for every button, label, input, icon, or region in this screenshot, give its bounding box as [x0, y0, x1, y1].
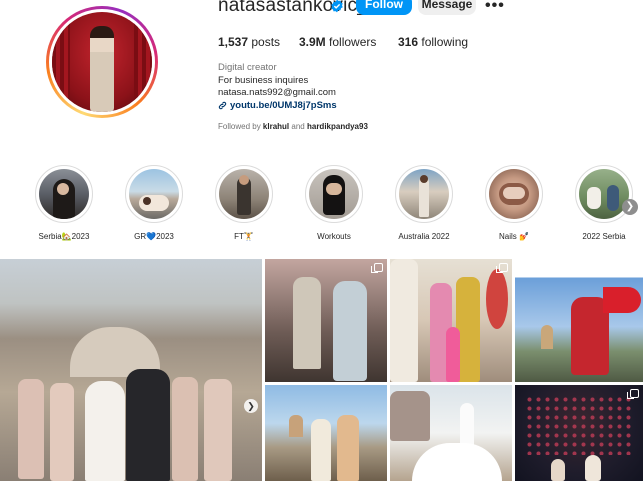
highlight-item[interactable]: GR💙2023 [119, 165, 189, 241]
chevron-right-icon[interactable]: ❯ [244, 399, 258, 413]
followers-stat[interactable]: 3.9M followers [299, 35, 376, 49]
highlight-label: Nails 💅 [499, 232, 529, 241]
profile-avatar[interactable] [46, 6, 158, 118]
follow-button[interactable]: Follow [356, 0, 412, 15]
highlight-cover [39, 169, 89, 219]
message-button[interactable]: Message [418, 0, 476, 15]
bio-category: Digital creator [218, 62, 277, 73]
highlight-cover [489, 169, 539, 219]
verified-badge-icon [331, 0, 343, 13]
posts-label: posts [251, 35, 281, 49]
carousel-icon [627, 389, 639, 399]
username: natasastankovic__ [218, 0, 379, 16]
highlight-cover [129, 169, 179, 219]
posts-count: 1,537 [218, 35, 249, 49]
followed-by[interactable]: Followed by klrahul and hardikpandya93 [218, 122, 368, 131]
followed-and: and [291, 122, 305, 131]
highlight-label: Australia 2022 [398, 232, 450, 241]
post-tile[interactable] [265, 385, 387, 481]
followed-user-1: klrahul [262, 122, 290, 131]
chevron-right-icon[interactable]: ❯ [622, 199, 638, 215]
following-count: 316 [398, 35, 419, 49]
link-icon [218, 102, 227, 110]
highlight-cover [219, 169, 269, 219]
post-tile[interactable]: ❯ [0, 259, 262, 481]
following-label: following [421, 35, 469, 49]
post-tile[interactable] [265, 259, 387, 382]
bio-link[interactable]: youtu.be/0UMJ8j7pSms [218, 100, 337, 113]
highlight-item[interactable]: Serbia🏡2023 [29, 165, 99, 241]
following-stat[interactable]: 316 following [398, 35, 468, 49]
bio-email: natasa.nats992@gmail.com [218, 87, 336, 98]
highlight-item[interactable]: FT🏋 [209, 165, 279, 241]
avatar-border [49, 9, 155, 115]
avatar-photo [52, 12, 152, 112]
post-tile[interactable] [390, 259, 512, 382]
post-tile[interactable] [390, 385, 512, 481]
posts-grid: ❯ [0, 259, 643, 481]
highlight-item[interactable]: Workouts [299, 165, 369, 241]
bio-line: For business inquires [218, 74, 309, 86]
highlight-cover [309, 169, 359, 219]
highlight-item[interactable]: Australia 2022 [389, 165, 459, 241]
followed-prefix: Followed by [218, 122, 261, 131]
profile-bio: Digital creator For business inquires na… [218, 62, 337, 112]
post-tile[interactable] [515, 385, 643, 481]
highlight-label: Workouts [317, 232, 351, 241]
carousel-icon [627, 263, 639, 273]
followers-count: 3.9M [299, 35, 326, 49]
followers-label: followers [329, 35, 377, 49]
highlight-item[interactable]: Nails 💅 [479, 165, 549, 241]
highlight-label: FT🏋 [234, 232, 254, 241]
post-tile[interactable] [515, 259, 643, 382]
highlight-label: GR💙2023 [134, 232, 174, 241]
carousel-icon [496, 263, 508, 273]
followed-user-2: hardikpandya93 [306, 122, 368, 131]
highlight-label: 2022 Serbia [582, 232, 626, 241]
highlight-cover [399, 169, 449, 219]
posts-stat[interactable]: 1,537 posts [218, 35, 280, 49]
highlight-label: Serbia🏡2023 [38, 232, 90, 241]
carousel-icon [371, 263, 383, 273]
highlight-cover [579, 169, 629, 219]
more-options-icon[interactable]: ••• [485, 0, 505, 15]
bio-link-text: youtu.be/0UMJ8j7pSms [230, 99, 337, 111]
